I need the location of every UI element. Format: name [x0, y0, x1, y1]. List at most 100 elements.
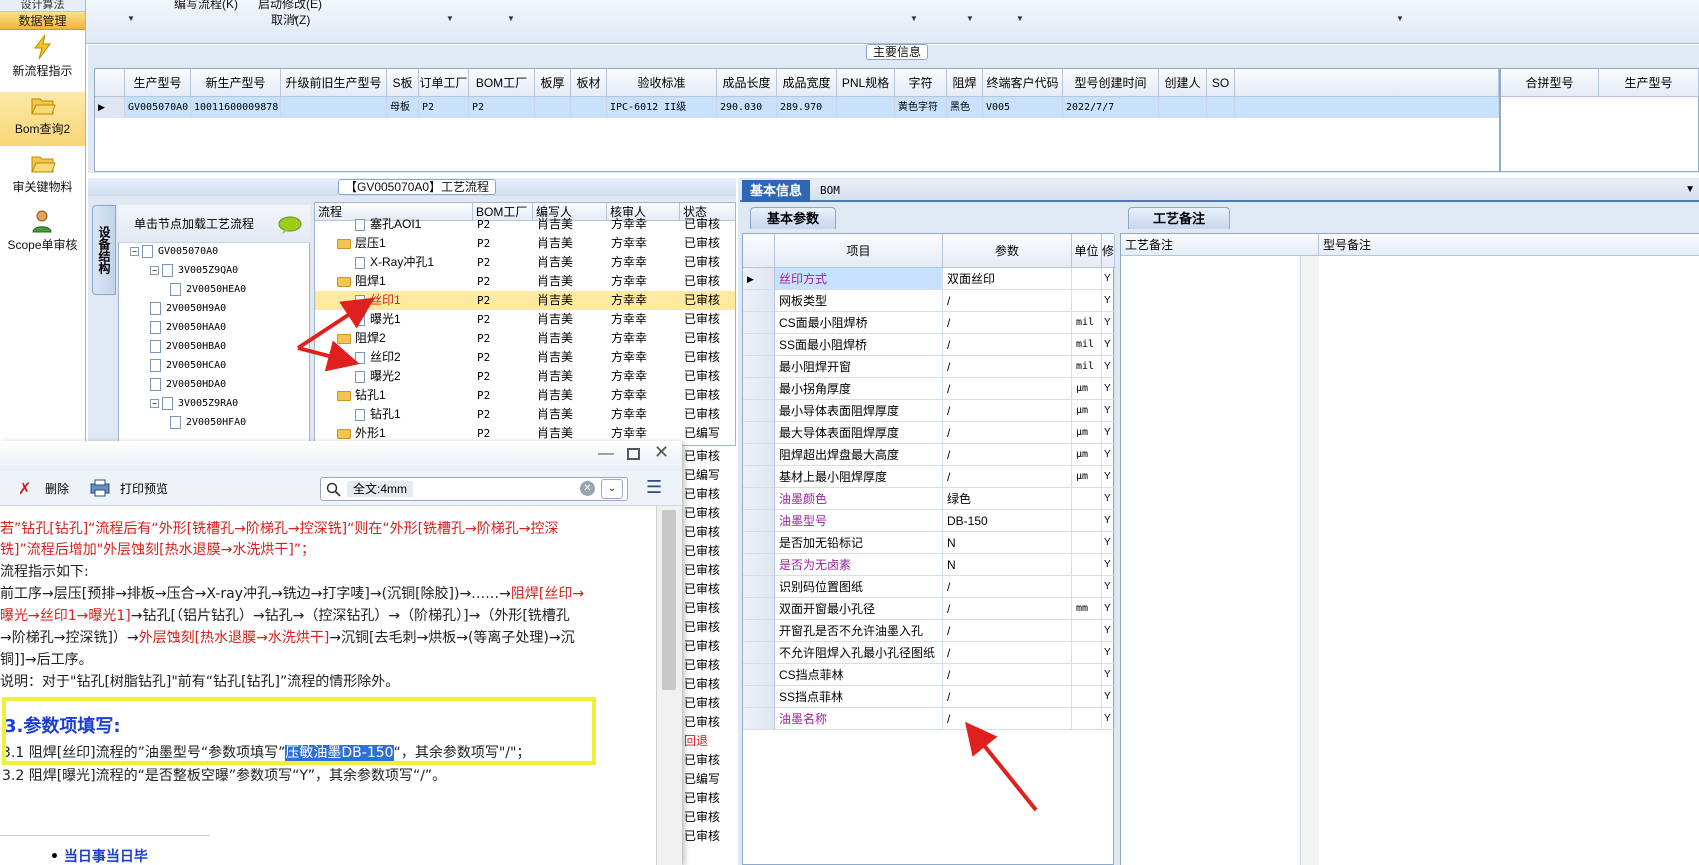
search-input[interactable]: 全文:4mm: [347, 481, 414, 497]
nav-item-bom-query[interactable]: Bom查询2: [0, 92, 85, 146]
param-row[interactable]: 不允许阻焊入孔最小孔径图纸 / Y: [743, 642, 1115, 664]
chevron-down-icon[interactable]: ⌄: [601, 479, 623, 499]
param-column-header[interactable]: [743, 234, 775, 268]
param-column-header[interactable]: 单位: [1072, 234, 1102, 268]
param-value[interactable]: /: [943, 334, 1072, 356]
tree-node[interactable]: 2V0050HDA0: [150, 377, 226, 393]
param-row[interactable]: 油墨颜色 绿色 Y: [743, 488, 1115, 510]
grid-cell[interactable]: 290.030: [717, 97, 777, 118]
param-row[interactable]: CS面最小阻焊桥 / mil Y: [743, 312, 1115, 334]
chevron-down-icon[interactable]: ▼: [507, 14, 515, 23]
param-row[interactable]: SS面最小阻焊桥 / mil Y: [743, 334, 1115, 356]
chevron-down-icon[interactable]: ▼: [910, 14, 918, 23]
grid-cell[interactable]: [1159, 97, 1207, 118]
clear-icon[interactable]: ✕: [580, 481, 595, 496]
param-value[interactable]: /: [943, 422, 1072, 444]
tree-node[interactable]: 2V0050HCA0: [150, 358, 226, 374]
tree-node[interactable]: 2V0050HAA0: [150, 320, 226, 336]
param-row[interactable]: SS挡点菲林 / Y: [743, 686, 1115, 708]
column-header[interactable]: 生产型号: [125, 69, 191, 97]
column-header[interactable]: 板材: [571, 69, 607, 97]
param-value[interactable]: /: [943, 686, 1072, 708]
column-header[interactable]: 成品宽度: [777, 69, 837, 97]
tree-node[interactable]: − 3V005Z9QA0: [150, 263, 238, 279]
grid-cell[interactable]: 10011600009878: [191, 97, 281, 118]
flow-row[interactable]: 阻焊2 P2 肖吉美 方幸幸 已审核: [315, 329, 735, 348]
param-value[interactable]: 双面丝印: [943, 268, 1072, 290]
param-row[interactable]: 油墨名称 / Y: [743, 708, 1115, 730]
param-value[interactable]: /: [943, 642, 1072, 664]
column-header[interactable]: 创建人: [1159, 69, 1207, 97]
param-row[interactable]: 最小阻焊开窗 / mil Y: [743, 356, 1115, 378]
param-row[interactable]: 最小拐角厚度 / μm Y: [743, 378, 1115, 400]
grid-cell[interactable]: [281, 97, 387, 118]
chevron-down-icon[interactable]: ▼: [292, 14, 300, 23]
param-value[interactable]: N: [943, 532, 1072, 554]
nav-item-new-flow[interactable]: 新流程指示: [0, 34, 85, 88]
nav-group-data-management[interactable]: 数据管理: [0, 12, 85, 30]
grid-cell[interactable]: V005: [983, 97, 1063, 118]
flow-row[interactable]: 阻焊1 P2 肖吉美 方幸幸 已审核: [315, 272, 735, 291]
grid-cell[interactable]: [837, 97, 895, 118]
flow-row[interactable]: 丝印2 P2 肖吉美 方幸幸 已审核: [315, 348, 735, 367]
expand-icon[interactable]: −: [130, 246, 139, 256]
param-value[interactable]: /: [943, 356, 1072, 378]
param-value[interactable]: /: [943, 466, 1072, 488]
param-row[interactable]: 双面开窗最小孔径 / mm Y: [743, 598, 1115, 620]
chevron-down-icon[interactable]: ▼: [1396, 14, 1404, 23]
grid-cell[interactable]: 黑色: [947, 97, 983, 118]
column-header[interactable]: 阻焊: [947, 69, 983, 97]
column-header[interactable]: 验收标准: [607, 69, 717, 97]
param-row[interactable]: CS挡点菲林 / Y: [743, 664, 1115, 686]
tab-process-notes[interactable]: 工艺备注: [1128, 207, 1231, 229]
expand-icon[interactable]: −: [150, 398, 159, 408]
flow-row[interactable]: 层压1 P2 肖吉美 方幸幸 已审核: [315, 234, 735, 253]
list-menu-icon[interactable]: ☰: [646, 477, 662, 498]
chevron-down-icon[interactable]: ▼: [1016, 14, 1024, 23]
param-row[interactable]: ▶ 丝印方式 双面丝印 Y: [743, 268, 1115, 290]
expand-icon[interactable]: −: [150, 265, 159, 275]
grid-cell[interactable]: [571, 97, 607, 118]
grid-cell[interactable]: [535, 97, 571, 118]
maximize-icon[interactable]: [627, 448, 640, 460]
param-value[interactable]: /: [943, 598, 1072, 620]
column-header[interactable]: BOM工厂: [469, 69, 535, 97]
param-value[interactable]: /: [943, 664, 1072, 686]
param-value[interactable]: /: [943, 290, 1072, 312]
grid-cell[interactable]: 289.970: [777, 97, 837, 118]
column-header[interactable]: 新生产型号: [191, 69, 281, 97]
column-header[interactable]: 成品长度: [717, 69, 777, 97]
minimize-icon[interactable]: —: [598, 445, 614, 463]
grid-cell[interactable]: 黄色字符: [895, 97, 947, 118]
param-row[interactable]: 最大导体表面阻焊厚度 / μm Y: [743, 422, 1115, 444]
param-row[interactable]: 阻焊超出焊盘最大高度 / μm Y: [743, 444, 1115, 466]
grid-cell[interactable]: P2: [469, 97, 535, 118]
flow-row[interactable]: 钻孔1 P2 肖吉美 方幸幸 已审核: [315, 386, 735, 405]
param-row[interactable]: 是否加无铅标记 N Y: [743, 532, 1115, 554]
model-notes-area[interactable]: [1319, 256, 1699, 865]
param-value[interactable]: DB-150: [943, 510, 1072, 532]
flow-row[interactable]: 塞孔AOI1 P2 肖吉美 方幸幸 已审核: [315, 215, 735, 234]
tab-bom[interactable]: BOM: [812, 180, 848, 202]
chevron-down-icon[interactable]: ▼: [1685, 184, 1695, 195]
grid-cell[interactable]: 母板: [387, 97, 419, 118]
param-row[interactable]: 最小导体表面阻焊厚度 / μm Y: [743, 400, 1115, 422]
param-value[interactable]: /: [943, 378, 1072, 400]
column-header[interactable]: 合拼型号: [1501, 69, 1599, 97]
param-row[interactable]: 是否为无卤素 N Y: [743, 554, 1115, 576]
grid-cell[interactable]: IPC-6012 II级: [607, 97, 717, 118]
column-header[interactable]: S板: [387, 69, 419, 97]
scrollbar-thumb[interactable]: [662, 510, 676, 690]
param-value[interactable]: 绿色: [943, 488, 1072, 510]
nav-item-scope-review[interactable]: Scope单审核: [0, 208, 85, 262]
flow-row[interactable]: 曝光2 P2 肖吉美 方幸幸 已审核: [315, 367, 735, 386]
column-header[interactable]: 升级前旧生产型号: [281, 69, 387, 97]
edit-flow-button[interactable]: 编写流程(K): [174, 0, 238, 12]
tab-basic-params[interactable]: 基本参数: [750, 207, 837, 229]
grid-cell[interactable]: GV005070A0: [125, 97, 191, 118]
param-row[interactable]: 网板类型 / Y: [743, 290, 1115, 312]
column-header[interactable]: 型号创建时间: [1063, 69, 1159, 97]
chevron-down-icon[interactable]: ▼: [966, 14, 974, 23]
param-row[interactable]: 基材上最小阻焊厚度 / μm Y: [743, 466, 1115, 488]
tree-node[interactable]: 2V0050H9A0: [150, 301, 226, 317]
